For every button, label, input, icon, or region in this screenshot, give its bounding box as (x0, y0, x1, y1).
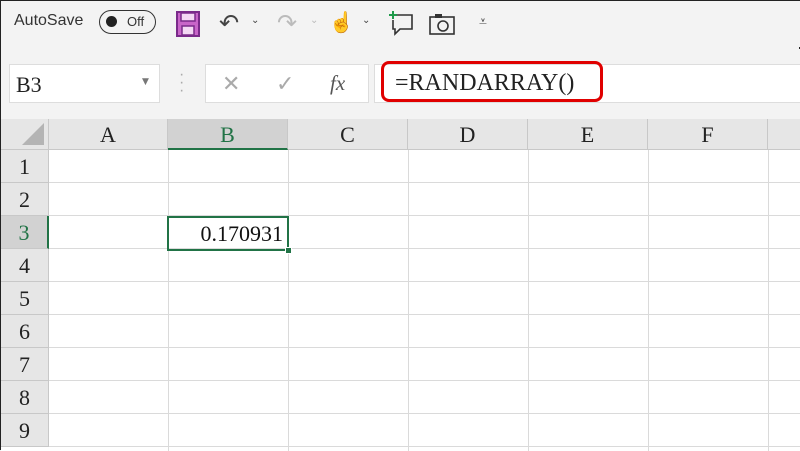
enter-icon[interactable]: ✓ (276, 71, 294, 97)
gridline (49, 182, 800, 183)
quick-access-toolbar: AutoSave Off ↶ ⌄ ↷ ⌄ ☝ ⌄ ⩡ (1, 1, 800, 47)
save-icon[interactable] (176, 11, 200, 37)
column-header-e[interactable]: E (528, 119, 648, 150)
gridline (49, 314, 800, 315)
autosave-toggle[interactable]: Off (99, 10, 156, 34)
gridline (49, 215, 800, 216)
gridline (408, 150, 409, 451)
column-header-g[interactable] (768, 119, 800, 150)
gridline (168, 150, 169, 451)
row-header-4[interactable]: 4 (1, 249, 49, 282)
name-box-value: B3 (16, 72, 42, 97)
gridline (528, 150, 529, 451)
redo-icon[interactable]: ↷ (277, 9, 297, 38)
touch-mode-icon[interactable]: ☝ (329, 10, 354, 35)
active-cell-b3[interactable]: 0.170931 (167, 216, 289, 251)
column-header-d[interactable]: D (408, 119, 528, 150)
cancel-icon[interactable]: ✕ (222, 71, 240, 97)
insert-function-icon[interactable]: fx (330, 71, 345, 96)
toggle-state: Off (127, 14, 145, 29)
column-header-a[interactable]: A (49, 119, 168, 150)
select-all-button[interactable] (1, 119, 49, 150)
gridline (49, 413, 800, 414)
column-header-b[interactable]: B (168, 119, 288, 150)
gridline (49, 380, 800, 381)
formula-buttons: ✕ ✓ fx (205, 64, 369, 103)
row-header-9[interactable]: 9 (1, 414, 49, 447)
spreadsheet-grid: A B C D E F 1 2 3 4 5 6 7 8 9 0.170931 (1, 119, 800, 451)
gridline (288, 150, 289, 451)
name-box[interactable]: B3 ▼ (9, 64, 160, 103)
undo-icon[interactable]: ↶ (219, 9, 239, 38)
formula-bar: B3 ▼ · · · ✕ ✓ fx =RANDARRAY() (1, 49, 800, 119)
gridline (49, 248, 800, 249)
resize-grip-icon[interactable]: · · · (179, 67, 184, 99)
autosave-label: AutoSave (14, 12, 84, 29)
new-comment-icon[interactable] (388, 10, 414, 36)
gridline (49, 347, 800, 348)
customize-qat-icon[interactable]: ⩡ (479, 13, 487, 30)
gridline (648, 150, 649, 451)
camera-icon[interactable] (429, 13, 455, 35)
row-header-6[interactable]: 6 (1, 315, 49, 348)
formula-highlight (381, 61, 603, 102)
column-header-c[interactable]: C (288, 119, 408, 150)
row-header-7[interactable]: 7 (1, 348, 49, 381)
fill-handle[interactable] (285, 247, 292, 254)
gridline (768, 150, 769, 451)
undo-dropdown-icon[interactable]: ⌄ (251, 15, 259, 26)
chevron-down-icon[interactable]: ▼ (142, 77, 149, 87)
row-header-2[interactable]: 2 (1, 183, 49, 216)
row-header-3[interactable]: 3 (1, 216, 49, 249)
gridline (49, 281, 800, 282)
row-header-5[interactable]: 5 (1, 282, 49, 315)
touch-dropdown-icon[interactable]: ⌄ (362, 15, 370, 26)
row-header-8[interactable]: 8 (1, 381, 49, 414)
redo-dropdown-icon[interactable]: ⌄ (310, 15, 318, 26)
column-header-f[interactable]: F (648, 119, 768, 150)
gridline (49, 446, 800, 447)
toggle-knob (106, 16, 117, 27)
row-header-1[interactable]: 1 (1, 150, 49, 183)
